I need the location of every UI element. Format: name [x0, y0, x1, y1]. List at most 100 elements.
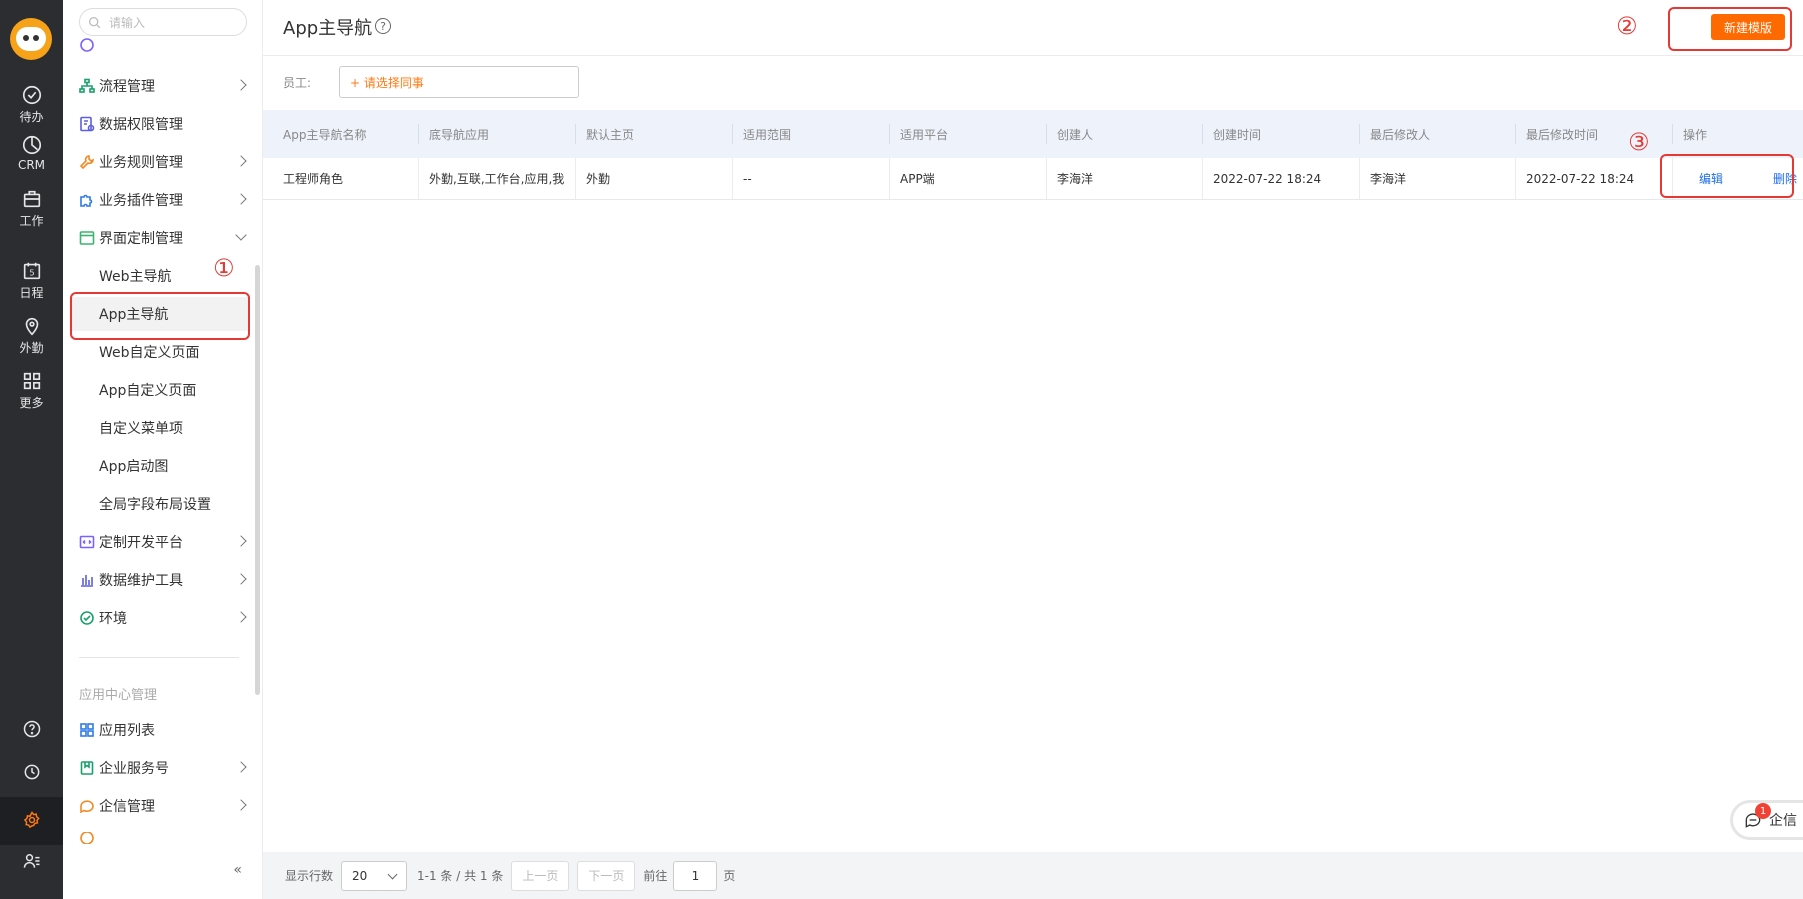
rail-item-more[interactable]: 更多 — [0, 366, 63, 414]
column-header[interactable]: 底导航应用 — [419, 110, 576, 158]
sidebar-item-business-rules[interactable]: 业务规则管理 — [63, 145, 253, 179]
sidebar-item-label: 企业服务号 — [99, 761, 169, 777]
chevron-right-icon — [235, 573, 247, 585]
sidebar-item-clipped[interactable] — [63, 34, 253, 56]
sidebar-item-label: 界面定制管理 — [99, 231, 183, 247]
sidebar-item-label: 业务插件管理 — [99, 193, 183, 209]
new-template-button[interactable]: 新建模版 — [1711, 14, 1785, 40]
column-header[interactable]: 适用范围 — [733, 110, 890, 158]
wrench-icon — [79, 154, 95, 170]
sidebar-item-label: 数据权限管理 — [99, 117, 183, 133]
page-suffix-label: 页 — [723, 869, 736, 883]
table-header: App主导航名称 底导航应用 默认主页 适用范围 适用平台 创建人 创建时间 最… — [263, 110, 1803, 158]
doc-lock-icon — [79, 116, 95, 132]
sidebar-item-environment[interactable]: 环境 — [63, 601, 253, 635]
sidebar-item-ui-customization[interactable]: 界面定制管理 — [63, 221, 253, 255]
briefcase-icon — [23, 190, 40, 207]
sidebar-item-business-plugins[interactable]: 业务插件管理 — [63, 183, 253, 217]
sidebar-sub-app-nav[interactable]: App主导航 — [71, 297, 249, 331]
annotation-marker-1: ① — [213, 254, 235, 282]
sidebar-item-clipped-bottom[interactable] — [63, 832, 253, 844]
edit-link[interactable]: 编辑 — [1699, 170, 1723, 187]
chevron-right-icon — [235, 79, 247, 91]
sidebar-item-service-account[interactable]: 企业服务号 — [63, 751, 253, 785]
colleague-picker[interactable]: + 请选择同事 — [339, 66, 579, 98]
cell-created: 2022-07-22 18:24 — [1203, 158, 1360, 199]
rail-item-work[interactable]: 工作 — [0, 184, 63, 232]
column-header[interactable]: 最后修改人 — [1360, 110, 1516, 158]
employee-filter-label: 员工: — [283, 76, 312, 90]
sidebar-item-data-tools[interactable]: 数据维护工具 — [63, 563, 253, 597]
svg-text:5: 5 — [29, 267, 34, 277]
sidebar-sub-custom-menu[interactable]: 自定义菜单项 — [71, 411, 249, 445]
bar-chart-icon — [79, 572, 95, 588]
sidebar-sub-label: Web自定义页面 — [99, 345, 200, 361]
chevron-right-icon — [235, 761, 247, 773]
rows-per-page-select[interactable]: 20 — [341, 860, 408, 891]
rail-item-schedule[interactable]: 5 日程 — [0, 256, 63, 304]
sidebar-item-label: 数据维护工具 — [99, 573, 183, 589]
column-header[interactable]: 适用平台 — [890, 110, 1047, 158]
help-icon[interactable]: ? — [375, 18, 391, 34]
messenger-label: 企信 — [1769, 813, 1797, 829]
chevron-right-icon — [235, 799, 247, 811]
sidebar-item-label: 业务规则管理 — [99, 155, 183, 171]
sidebar-item-process[interactable]: 流程管理 — [63, 69, 253, 103]
chevron-right-icon — [235, 193, 247, 205]
rail-item-todo[interactable]: 待办 — [0, 80, 63, 128]
messenger-button[interactable]: 1 企信 — [1730, 800, 1803, 840]
sidebar-sub-global-field-layout[interactable]: 全局字段布局设置 — [71, 487, 249, 521]
sidebar-item-app-list[interactable]: 应用列表 — [63, 713, 253, 747]
column-header[interactable]: App主导航名称 — [263, 110, 419, 158]
sidebar-group-title: 应用中心管理 — [79, 688, 158, 703]
cell-modified: 2022-07-22 18:24 — [1516, 158, 1673, 199]
cell-creator: 李海洋 — [1047, 158, 1203, 199]
sidebar-item-label: 企信管理 — [99, 799, 155, 815]
chevron-right-icon — [235, 535, 247, 547]
rail-help[interactable] — [0, 706, 63, 754]
gear-icon — [23, 811, 40, 829]
sidebar-item-data-permission[interactable]: 数据权限管理 — [63, 107, 253, 141]
check-circle-icon — [22, 85, 41, 104]
app-logo[interactable] — [10, 18, 52, 60]
rail-item-field[interactable]: 外勤 — [0, 311, 63, 359]
prev-page-button[interactable]: 上一页 — [511, 860, 570, 891]
pagination-bar: 显示行数 20 1-1 条 / 共 1 条 上一页 下一页 前往 1 页 — [263, 852, 1803, 899]
puzzle-icon — [79, 192, 95, 208]
environment-icon — [79, 610, 95, 626]
sidebar-item-label: 定制开发平台 — [99, 535, 183, 551]
column-header[interactable]: 创建人 — [1047, 110, 1203, 158]
chevron-down-icon — [235, 229, 247, 241]
cell-modifier: 李海洋 — [1360, 158, 1516, 199]
chat-bubble-icon — [79, 798, 95, 814]
rail-item-label: 外勤 — [19, 340, 44, 355]
page-number-input[interactable]: 1 — [673, 860, 718, 891]
sidebar-item-label: 环境 — [99, 611, 127, 627]
search-input[interactable]: 请输入 — [79, 8, 247, 36]
sidebar-sub-web-custom-page[interactable]: Web自定义页面 — [71, 335, 249, 369]
delete-link[interactable]: 删除 — [1773, 170, 1797, 187]
cell-bottom-apps: 外勤,互联,工作台,应用,我 — [419, 158, 576, 199]
sidebar-item-dev-platform[interactable]: 定制开发平台 — [63, 525, 253, 559]
rail-user-admin[interactable] — [0, 838, 63, 886]
annotation-marker-3: ③ — [1628, 128, 1650, 156]
sidebar-scrollbar[interactable] — [255, 265, 260, 695]
rail-item-crm[interactable]: CRM — [0, 129, 63, 177]
unread-badge: 1 — [1755, 803, 1771, 819]
sidebar-sub-app-custom-page[interactable]: App自定义页面 — [71, 373, 249, 407]
rail-item-label: 待办 — [19, 109, 44, 124]
collapse-sidebar-button[interactable]: « — [233, 862, 242, 878]
next-page-button[interactable]: 下一页 — [577, 860, 636, 891]
sidebar-sub-label: 自定义菜单项 — [99, 421, 183, 437]
page-title: App主导航 — [283, 18, 373, 39]
bookmark-icon — [79, 760, 95, 776]
sidebar-item-messaging[interactable]: 企信管理 — [63, 789, 253, 823]
table-row[interactable]: 工程师角色 外勤,互联,工作台,应用,我 外勤 -- APP端 李海洋 2022… — [263, 158, 1803, 200]
column-header[interactable]: 默认主页 — [576, 110, 733, 158]
clock-icon — [24, 764, 39, 780]
sidebar-sub-app-splash[interactable]: App启动图 — [71, 449, 249, 483]
column-header[interactable]: 创建时间 — [1203, 110, 1360, 158]
rail-item-label: 工作 — [19, 213, 44, 228]
org-tree-icon — [79, 78, 95, 94]
rail-history[interactable] — [0, 749, 63, 797]
